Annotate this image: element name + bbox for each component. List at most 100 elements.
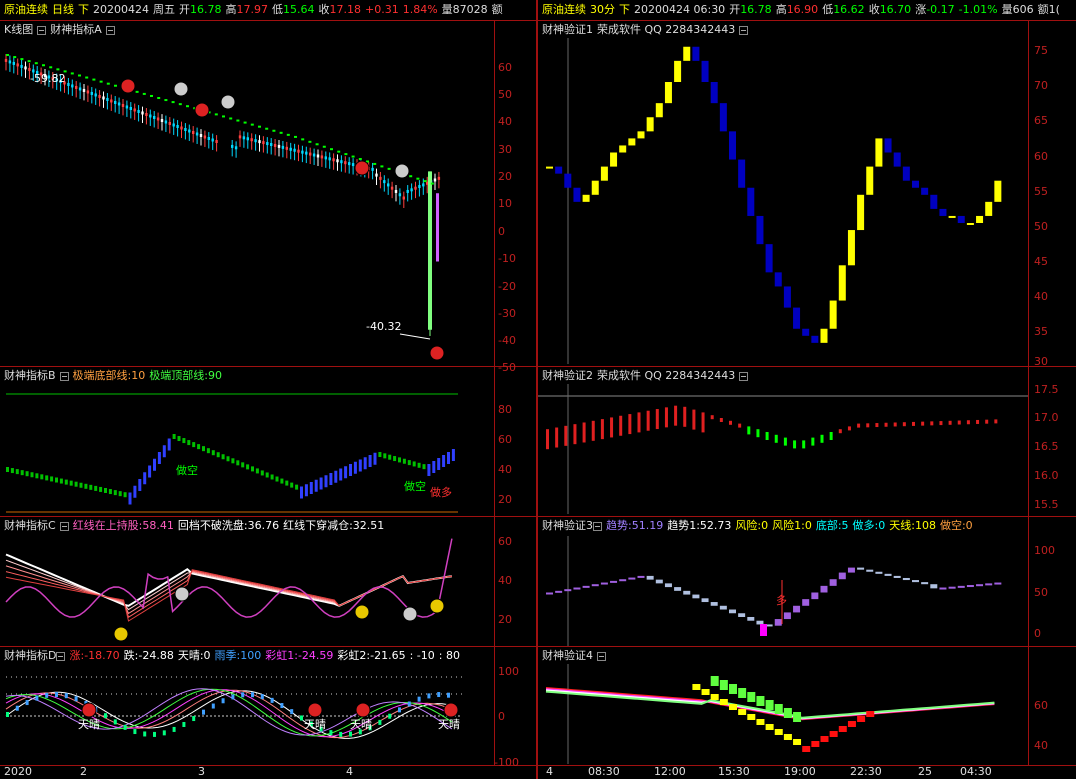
v1-bar bbox=[610, 152, 618, 167]
v1-bar bbox=[811, 335, 819, 343]
collapse-icon[interactable] bbox=[739, 25, 749, 35]
v1-bar bbox=[793, 307, 801, 329]
v4-red-bar bbox=[866, 711, 875, 717]
v2-bar bbox=[664, 407, 668, 428]
ytick: 55 bbox=[1034, 185, 1048, 198]
symbol-name[interactable]: 原油连续 bbox=[542, 3, 586, 16]
verify3-label[interactable]: 财神验证3 bbox=[542, 519, 593, 532]
b-bar bbox=[270, 474, 274, 480]
verify2-label[interactable]: 财神验证2 bbox=[542, 369, 593, 382]
smile-icon bbox=[402, 606, 418, 622]
indicator-b-chart[interactable] bbox=[0, 386, 494, 516]
verify3-chart[interactable] bbox=[538, 536, 1028, 646]
v2-bar bbox=[783, 437, 787, 446]
collapse-icon[interactable] bbox=[59, 521, 69, 531]
collapse-icon[interactable] bbox=[593, 521, 602, 531]
short-label: 做空:0 bbox=[939, 519, 973, 532]
indicator-c-label[interactable]: 财神指标C bbox=[4, 519, 56, 532]
kline-candle bbox=[28, 67, 31, 71]
b-bar bbox=[407, 460, 411, 466]
v2-bar bbox=[738, 423, 742, 428]
xtick: 08:30 bbox=[588, 765, 620, 778]
trend-dot bbox=[294, 135, 297, 138]
right-divider-1[interactable] bbox=[538, 366, 1076, 367]
kline-candle bbox=[199, 133, 203, 137]
indicator-c-chart[interactable] bbox=[0, 536, 494, 646]
left-divider-2[interactable] bbox=[0, 516, 536, 517]
kline-chart[interactable] bbox=[0, 20, 494, 366]
right-divider-2[interactable] bbox=[538, 516, 1076, 517]
v1-bar bbox=[820, 328, 828, 343]
left-divider-1[interactable] bbox=[0, 366, 536, 367]
v3-bar bbox=[710, 602, 718, 606]
verify1-label[interactable]: 财神验证1 bbox=[542, 23, 593, 36]
d-mark bbox=[231, 694, 235, 700]
signal-icon bbox=[443, 702, 459, 718]
kline-high-label: -59.82 bbox=[30, 72, 66, 85]
right-divider-3[interactable] bbox=[538, 646, 1076, 647]
b-bar bbox=[437, 458, 441, 470]
verify2-chart[interactable] bbox=[538, 384, 1028, 514]
trend-dot bbox=[229, 117, 233, 120]
b-bar bbox=[104, 488, 107, 493]
v4-yellow-bar bbox=[710, 694, 719, 700]
v4-yellow-bar bbox=[747, 714, 756, 720]
v3-bar bbox=[610, 580, 618, 583]
symbol-name[interactable]: 原油连续 bbox=[4, 3, 48, 16]
v3-bar bbox=[921, 582, 929, 585]
ytick: 40 bbox=[498, 115, 512, 128]
kline-candle bbox=[406, 189, 409, 193]
kline-candle bbox=[390, 186, 394, 190]
collapse-icon[interactable] bbox=[597, 651, 606, 661]
trend-dot bbox=[337, 150, 341, 153]
sunny-4: 天晴 bbox=[438, 718, 460, 731]
trend-dot bbox=[114, 84, 117, 87]
antenna-label: 天线:108 bbox=[889, 519, 936, 532]
verify1-chart[interactable] bbox=[538, 38, 1028, 364]
collapse-icon[interactable] bbox=[739, 371, 749, 381]
trend-dot bbox=[70, 72, 74, 75]
verify4-chart[interactable] bbox=[538, 664, 1028, 764]
v1-bar bbox=[546, 166, 553, 169]
period[interactable]: 日线 bbox=[52, 3, 74, 16]
kline-candle bbox=[281, 145, 285, 149]
v3-bar bbox=[555, 590, 563, 593]
v1-bar bbox=[637, 131, 645, 139]
xtick: 15:30 bbox=[718, 765, 750, 778]
v3-bar bbox=[912, 580, 919, 583]
indicator-b-label[interactable]: 财神指标B bbox=[4, 369, 56, 382]
b-bar bbox=[300, 486, 303, 499]
period[interactable]: 30分 bbox=[590, 3, 615, 16]
collapse-icon[interactable] bbox=[59, 371, 69, 381]
kline-candle bbox=[149, 114, 152, 118]
kline-candle bbox=[192, 130, 195, 134]
kline-candle bbox=[86, 90, 90, 94]
rise-label: 涨:-18.70 bbox=[69, 649, 120, 662]
b-bar bbox=[358, 459, 362, 472]
kline-candle bbox=[114, 100, 117, 104]
kline-candle bbox=[172, 123, 175, 127]
kline-candle bbox=[110, 99, 113, 103]
date: 20200424 bbox=[93, 3, 149, 16]
v2-bar bbox=[628, 414, 632, 435]
ytick: 10 bbox=[498, 197, 512, 210]
left-divider-3[interactable] bbox=[0, 646, 536, 647]
v2-bar bbox=[564, 425, 568, 446]
change-pct: 1.84% bbox=[402, 3, 438, 16]
indicator-d-chart[interactable] bbox=[0, 664, 494, 764]
kline-candle bbox=[258, 140, 261, 144]
high-label: 高 bbox=[775, 3, 787, 16]
kline-candle bbox=[340, 160, 343, 164]
kline-candle bbox=[176, 124, 179, 128]
v1-bar bbox=[729, 131, 736, 160]
right-axis-line bbox=[1028, 20, 1029, 765]
v4-red-bar bbox=[820, 736, 829, 742]
d-mark bbox=[300, 715, 303, 721]
sunny-label: 天晴:0 bbox=[177, 649, 211, 662]
low-value: 15.64 bbox=[283, 3, 315, 16]
kline-candle bbox=[238, 135, 242, 139]
collapse-icon[interactable] bbox=[56, 651, 66, 661]
v2-bar bbox=[930, 421, 934, 426]
indicator-d-label[interactable]: 财神指标D bbox=[4, 649, 56, 662]
verify4-label[interactable]: 财神验证4 bbox=[542, 649, 593, 662]
